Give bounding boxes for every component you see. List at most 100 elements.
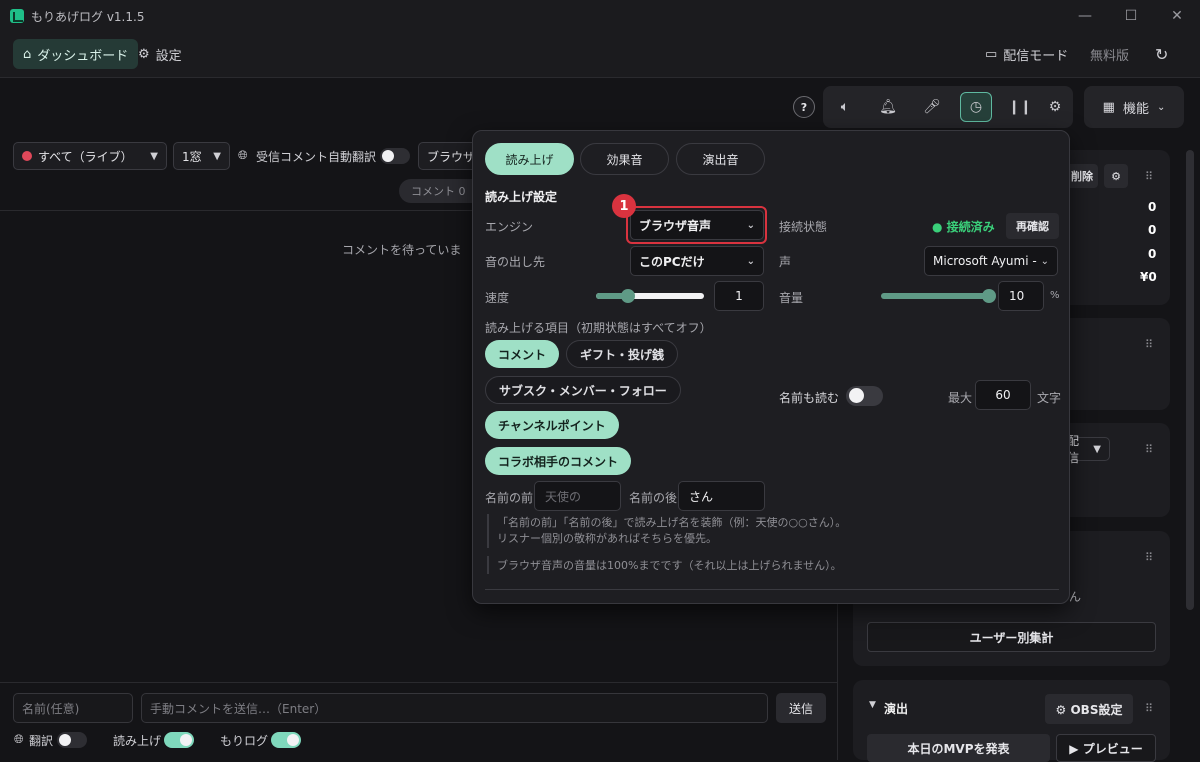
nav-settings[interactable]: ⚙ 設定	[128, 39, 192, 69]
morilog-toggle[interactable]	[271, 732, 301, 748]
highlight-frame	[626, 206, 767, 244]
free-plan-badge[interactable]: 無料版	[1080, 39, 1139, 69]
volume-slider-handle[interactable]	[982, 289, 996, 303]
connection-label: 接続状態	[779, 220, 828, 234]
window-count-value: 1窓	[182, 149, 202, 164]
item-channel-points-chip[interactable]: チャンネルポイント	[485, 411, 619, 439]
suffix-input[interactable]: さん	[678, 481, 765, 511]
top-nav: ⌂ ダッシュボード ⚙ 設定 ▭ 配信モード 無料版 ↻	[0, 32, 1200, 78]
features-button[interactable]: ▦ 機能 ⌄	[1084, 86, 1184, 128]
comment-filter-select[interactable]: すべて（ライブ） ▼	[13, 142, 167, 170]
gear-icon: ⚙	[138, 46, 150, 62]
note-honorific: リスナー個別の敬称があればそちらを優先。	[497, 532, 717, 545]
item-gift-chip[interactable]: ギフト・投げ銭	[566, 340, 679, 368]
name-input[interactable]: 名前(任意)	[13, 693, 133, 723]
prefix-label: 名前の前	[485, 491, 534, 505]
output-dropdown-value: このPCだけ	[639, 254, 705, 269]
tab-read-aloud[interactable]: 読み上げ	[485, 143, 574, 175]
user-totals-button[interactable]: ユーザー別集計	[867, 622, 1156, 652]
read-name-toggle[interactable]	[846, 386, 883, 406]
window-count-select[interactable]: 1窓 ▼	[173, 142, 230, 170]
speed-slider[interactable]	[596, 289, 704, 303]
volume-unit: %	[1050, 290, 1060, 301]
chevron-down-icon: ⌄	[1040, 255, 1049, 267]
item-collab-comment-chip[interactable]: コラボ相手のコメント	[485, 447, 632, 475]
drag-handle-icon[interactable]: ⠿	[1145, 443, 1153, 456]
connected-status: ● 接続済み	[932, 220, 995, 234]
tab-sound-effects[interactable]: 効果音	[580, 143, 669, 175]
chevron-down-icon: ⌄	[1156, 101, 1166, 113]
settings-gear-icon[interactable]: ⚙	[1039, 92, 1071, 122]
speaker-icon[interactable]: 🔈︎	[829, 92, 861, 122]
volume-input[interactable]: 10	[998, 281, 1044, 311]
preview-button[interactable]: ▶ プレビュー	[1056, 734, 1156, 762]
minimize-button[interactable]: —	[1062, 0, 1108, 32]
bell-icon[interactable]: 🔔︎	[872, 92, 904, 122]
globe-icon: 🌐︎	[238, 148, 248, 162]
step-marker: 1	[612, 194, 636, 218]
chevron-down-icon: ▼	[150, 150, 158, 162]
item-comment-chip[interactable]: コメント	[485, 340, 560, 368]
effects-title: 演出	[884, 702, 909, 716]
max-unit: 文字	[1037, 391, 1062, 405]
voice-dropdown[interactable]: Microsoft Ayumi - ⌄	[924, 246, 1058, 276]
nav-dashboard[interactable]: ⌂ ダッシュボード	[13, 39, 139, 69]
waiting-message: コメントを待っていま	[342, 243, 462, 257]
right-scrollbar[interactable]	[1186, 150, 1194, 610]
stat-value: 0	[1148, 223, 1157, 237]
item-subscription-chip[interactable]: サブスク・メンバー・フォロー	[485, 376, 681, 404]
send-button[interactable]: 送信	[776, 693, 826, 723]
max-length-input[interactable]: 60	[975, 380, 1031, 410]
delete-button[interactable]: 削除	[1066, 164, 1098, 188]
speed-slider-handle[interactable]	[621, 289, 636, 303]
title-bar: もりあげログ v1.1.5 — ☐ ✕	[0, 0, 1200, 32]
read-aloud-popup: 読み上げ 効果音 演出音 読み上げ設定 エンジン ブラウザ音声 ⌄ 接続状態 ●…	[472, 130, 1070, 604]
read-aloud-toggle[interactable]	[164, 732, 194, 748]
drag-handle-icon[interactable]: ⠿	[1145, 338, 1153, 351]
stream-mode-button[interactable]: ▭ 配信モード	[975, 39, 1078, 69]
monitor-icon: ▭	[985, 46, 998, 62]
recheck-button[interactable]: 再確認	[1006, 213, 1059, 239]
divider	[485, 589, 1059, 590]
drag-handle-icon[interactable]: ⠿	[1145, 702, 1153, 715]
home-icon: ⌂	[23, 46, 32, 62]
translate-toggle[interactable]	[57, 732, 87, 748]
maximize-button[interactable]: ☐	[1108, 0, 1154, 32]
pause-icon[interactable]: ❙❙	[1004, 92, 1036, 122]
stat-value: ¥0	[1140, 270, 1157, 284]
tool-icon-group: 🔈︎ 🔔︎ 🎤︎ ◷ ❙❙ ⚙	[823, 86, 1073, 128]
announce-mvp-button[interactable]: 本日のMVPを発表	[867, 734, 1050, 762]
obs-settings-button[interactable]: ⚙ OBS設定	[1045, 694, 1133, 724]
help-button[interactable]: ?	[793, 96, 815, 118]
chevron-down-icon: ⌄	[746, 255, 755, 267]
voice-dropdown-value: Microsoft Ayumi -	[933, 254, 1037, 268]
mic-icon[interactable]: 🎤︎	[916, 92, 948, 122]
engine-label: エンジン	[485, 220, 534, 234]
output-dropdown[interactable]: このPCだけ ⌄	[630, 246, 764, 276]
connected-text: 接続済み	[946, 220, 995, 234]
prefix-input[interactable]: 天使の	[534, 481, 621, 511]
section-title: 読み上げ設定	[485, 190, 558, 204]
effects-card: ▼ 演出 ⚙ OBS設定 ⠿ 本日のMVPを発表 ▶ プレビュー	[853, 680, 1170, 762]
volume-label: 音量	[779, 291, 804, 305]
stat-value: 0	[1148, 200, 1157, 214]
manual-comment-input[interactable]: 手動コメントを送信…（Enter）	[141, 693, 768, 723]
close-button[interactable]: ✕	[1154, 0, 1200, 32]
drag-handle-icon[interactable]: ⠿	[1145, 551, 1153, 564]
divider	[0, 682, 838, 683]
volume-slider[interactable]	[881, 289, 996, 303]
card-gear-icon[interactable]: ⚙	[1104, 164, 1128, 188]
nav-dashboard-label: ダッシュボード	[37, 48, 129, 64]
drag-handle-icon[interactable]: ⠿	[1145, 170, 1153, 183]
auto-translate-label: 受信コメント自動翻訳	[256, 150, 377, 164]
tab-effect-sounds[interactable]: 演出音	[676, 143, 765, 175]
refresh-icon[interactable]: ↻	[1145, 39, 1178, 69]
app-title: もりあげログ v1.1.5	[31, 10, 145, 24]
speed-input[interactable]: 1	[714, 281, 764, 311]
clock-icon[interactable]: ◷	[960, 92, 992, 122]
auto-translate-toggle[interactable]	[380, 148, 410, 164]
collapse-icon[interactable]: ▼	[869, 700, 876, 710]
items-label: 読み上げる項目（初期状態はすべてオフ）	[485, 321, 712, 335]
app-logo-icon	[10, 9, 24, 23]
note-volume-limit: ブラウザ音声の音量は100%までです（それ以上は上げられません）。	[497, 559, 842, 572]
